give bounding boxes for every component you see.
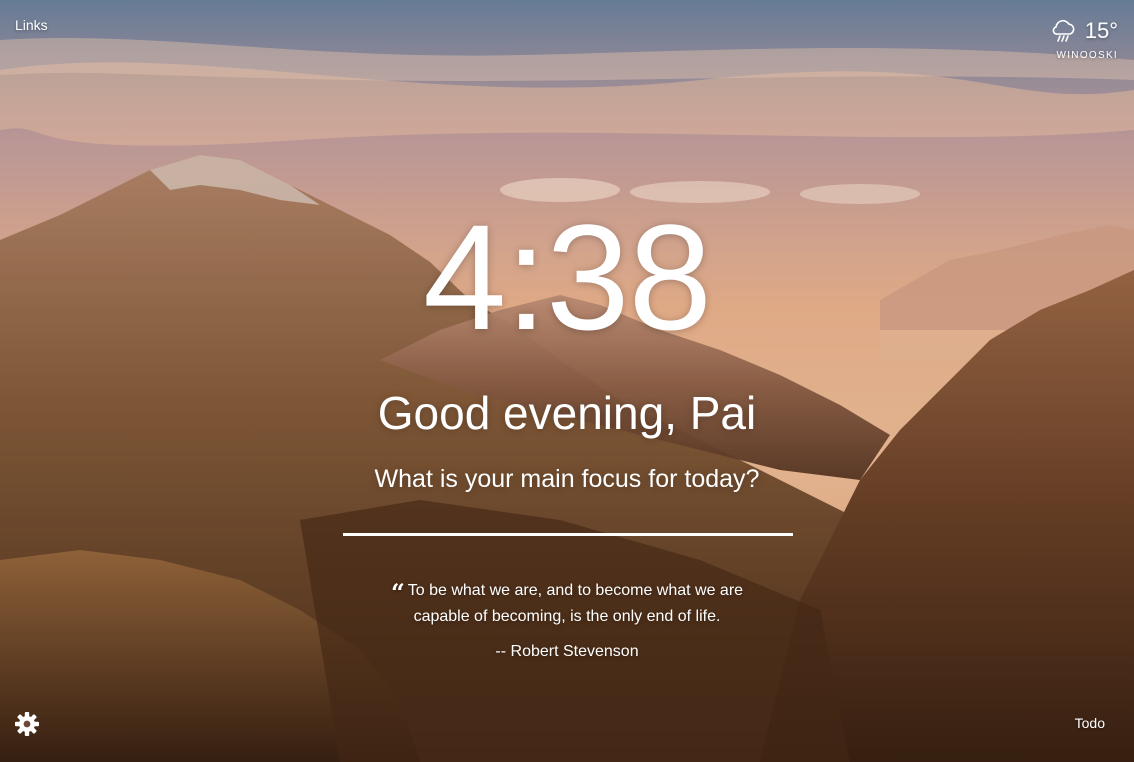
greeting-text: Good evening, Pai (377, 387, 757, 439)
settings-button[interactable] (14, 711, 40, 737)
weather-location: WINOOSKI (1056, 50, 1118, 61)
gear-icon (15, 712, 39, 736)
rain-cloud-icon (1052, 19, 1075, 42)
links-button[interactable]: Links (15, 17, 48, 33)
clock-time: 4:38 (423, 193, 712, 361)
focus-input[interactable] (343, 500, 793, 536)
focus-input-container (343, 500, 793, 538)
weather-row: 15° (1051, 18, 1118, 44)
quote-icon: “ (390, 578, 405, 607)
quote-text: To be what we are, and to become what we… (407, 582, 744, 625)
quote-author: -- Robert Stevenson (495, 643, 639, 660)
weather-temperature: 15° (1084, 18, 1118, 43)
weather-widget[interactable]: 15° WINOOSKI (1051, 18, 1118, 61)
todo-button[interactable]: Todo (1075, 715, 1105, 731)
quote-block: “To be what we are, and to become what w… (367, 578, 767, 630)
focus-question: What is your main focus for today? (374, 465, 760, 493)
